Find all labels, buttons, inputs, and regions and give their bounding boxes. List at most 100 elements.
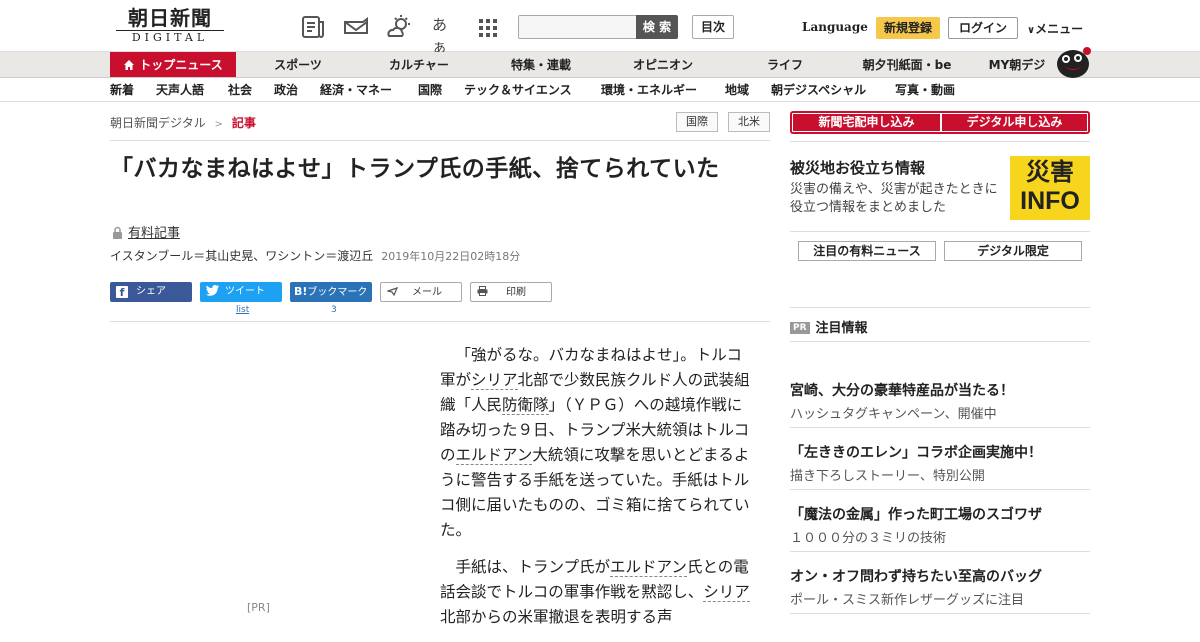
nav-top-news[interactable]: トップニュース — [110, 52, 236, 77]
asahi-logo[interactable]: 朝日新聞 DIGITAL — [110, 6, 230, 48]
article-paragraph: 「強がるな。バカなまねはよせ」。トルコ軍がシリア北部で少数民族クルド人の武装組織… — [440, 343, 750, 543]
font-size-icon[interactable]: あぁ — [432, 14, 458, 56]
disaster-banner-top: 災害 — [1026, 158, 1074, 186]
nav-politics[interactable]: 政治 — [274, 78, 298, 102]
breadcrumb-home[interactable]: 朝日新聞デジタル — [110, 116, 206, 130]
disaster-banner-bottom: INFO — [1020, 187, 1080, 215]
search-button[interactable]: 検 索 — [636, 15, 678, 39]
newspaper-delivery-button[interactable]: 新聞宅配申し込み — [793, 114, 940, 131]
nav-opinion[interactable]: オピニオン — [618, 52, 708, 77]
print-button[interactable]: 印刷 — [470, 282, 552, 302]
logo-sub-text: DIGITAL — [116, 30, 224, 45]
primary-nav: トップニュース スポーツ カルチャー 特集・連載 オピニオン ライフ 朝夕刊紙面… — [0, 47, 1200, 78]
hatena-bookmark-button[interactable]: B!ブックマーク — [290, 282, 372, 302]
nav-sports[interactable]: スポーツ — [256, 52, 340, 77]
pr-item-subtitle: １０００分の３ミリの技術 — [790, 531, 947, 546]
print-label: 印刷 — [506, 287, 526, 298]
pr-item-title[interactable]: 宮崎、大分の豪華特産品が当たる！ — [790, 380, 1014, 400]
nav-environment[interactable]: 環境・エネルギー — [601, 78, 697, 102]
newspaper-icon[interactable] — [300, 14, 326, 40]
article-paragraph: 手紙は、トランプ氏がエルドアン氏との電話会談でトルコの軍事作戦を黙認し、シリア北… — [440, 555, 750, 630]
mail-small-icon — [385, 284, 399, 304]
site-header: 朝日新聞 DIGITAL あぁ 検 索 目次 Language 新規登録 ログイ… — [0, 0, 1200, 56]
pr-item-title[interactable]: オン・オフ問わず持ちたい至高のバッグ — [790, 566, 1042, 586]
weather-icon[interactable] — [386, 14, 412, 40]
secondary-nav: 新着 天声人語 社会 政治 経済・マネー 国際 テック＆サイエンス 環境・エネル… — [0, 78, 1200, 102]
search-input[interactable] — [518, 15, 638, 39]
paid-news-button[interactable]: 注目の有料ニュース — [798, 241, 936, 261]
nav-region[interactable]: 地域 — [725, 78, 749, 102]
twitter-icon — [206, 284, 219, 304]
nav-international[interactable]: 国際 — [418, 78, 442, 102]
nav-photo-video[interactable]: 写真・動画 — [895, 78, 955, 102]
facebook-share-button[interactable]: f シェア — [110, 282, 192, 302]
subscription-buttons: 新聞宅配申し込み デジタル申し込み — [790, 111, 1090, 134]
paragraph-text: 手紙は、トランプ氏が — [455, 558, 611, 576]
nav-special[interactable]: 朝デジスペシャル — [771, 78, 866, 102]
keyword-link[interactable]: シリア — [471, 371, 518, 390]
nav-society[interactable]: 社会 — [228, 78, 252, 102]
twitter-share-button[interactable]: ツイート — [200, 282, 282, 302]
tag-international[interactable]: 国際 — [676, 112, 718, 132]
divider — [790, 231, 1090, 232]
publish-date: 2019年10月22日02時18分 — [381, 250, 521, 263]
nav-features[interactable]: 特集・連載 — [496, 52, 586, 77]
pr-list-item[interactable]: 「魔法の金属」作った町工場のスゴワザ １０００分の３ミリの技術 — [790, 490, 1090, 552]
mascot-character-icon[interactable] — [1054, 44, 1092, 82]
nav-culture[interactable]: カルチャー — [374, 52, 464, 77]
paid-article-label[interactable]: 有料記事 — [128, 222, 180, 241]
facebook-share-label: シェア — [136, 286, 166, 297]
keyword-link[interactable]: 防衛隊 — [502, 396, 549, 415]
keyword-link[interactable]: エルドアン — [610, 558, 687, 577]
nav-my-asadigi[interactable]: MY朝デジ — [982, 52, 1052, 77]
divider — [790, 341, 1090, 342]
nav-newspaper-be[interactable]: 朝夕刊紙面・be — [852, 52, 962, 77]
menu-button[interactable]: ∨メニュー — [1027, 20, 1083, 37]
nav-tech-science[interactable]: テック＆サイエンス — [464, 78, 572, 102]
digital-only-button[interactable]: デジタル限定 — [944, 241, 1082, 261]
bookmark-count[interactable]: 3 — [331, 305, 337, 315]
pr-list-item[interactable]: 「左ききのエレン」コラボ企画実施中！ 描き下ろしストーリー、特別公開 — [790, 428, 1090, 490]
disaster-info-text[interactable]: 災害の備えや、災害が起きたときに役立つ情報をまとめました — [790, 181, 1000, 217]
pr-section-heading: PR 注目情報 — [790, 317, 868, 336]
pr-item-subtitle: ポール・スミス新作レザーグッズに注目 — [790, 593, 1025, 608]
login-button[interactable]: ログイン — [948, 17, 1018, 39]
mail-share-button[interactable]: メール — [380, 282, 462, 302]
pr-item-title[interactable]: 「魔法の金属」作った町工場のスゴワザ — [790, 504, 1042, 524]
keyword-link[interactable]: シリア — [703, 583, 750, 602]
pr-list-item[interactable]: 宮崎、大分の豪華特産品が当たる！ ハッシュタグキャンペーン、開催中 — [790, 366, 1090, 428]
pr-list-item[interactable]: オン・オフ問わず持ちたい至高のバッグ ポール・スミス新作レザーグッズに注目 — [790, 552, 1090, 614]
disaster-info-title[interactable]: 被災地お役立ち情報 — [790, 157, 925, 178]
breadcrumb-current: 記事 — [231, 116, 256, 130]
pr-item-subtitle: ハッシュタグキャンペーン、開催中 — [790, 407, 997, 422]
nav-life[interactable]: ライフ — [750, 52, 820, 77]
menu-label: メニュー — [1035, 22, 1084, 36]
nav-latest[interactable]: 新着 — [110, 78, 134, 102]
nav-economy[interactable]: 経済・マネー — [320, 78, 392, 102]
divider — [110, 321, 770, 322]
digital-signup-button[interactable]: デジタル申し込み — [942, 114, 1087, 131]
paragraph-text: 北部からの米軍撤退を表明する声 — [440, 608, 673, 626]
pr-heading-label: 注目情報 — [815, 321, 868, 336]
pr-item-title[interactable]: 「左ききのエレン」コラボ企画実施中！ — [790, 442, 1042, 462]
tag-north-america[interactable]: 北米 — [728, 112, 770, 132]
divider — [110, 140, 770, 141]
nav-tensei-jingo[interactable]: 天声人語 — [156, 78, 204, 102]
toc-button[interactable]: 目次 — [692, 15, 734, 39]
chevron-down-icon: ∨ — [1027, 25, 1036, 36]
language-link[interactable]: Language — [802, 20, 868, 34]
article-title: 「バカなまねはよせ」トランプ氏の手紙、捨てられていた — [110, 156, 720, 182]
lock-icon — [112, 224, 123, 243]
twitter-count[interactable]: list — [236, 305, 249, 315]
keyword-link[interactable]: エルドアン — [455, 446, 533, 465]
hatena-bookmark-icon: B! — [294, 285, 308, 298]
signup-button[interactable]: 新規登録 — [876, 17, 940, 39]
pr-item-subtitle: 描き下ろしストーリー、特別公開 — [790, 469, 985, 484]
mail-icon[interactable] — [342, 14, 368, 40]
twitter-share-label: ツイート — [225, 286, 265, 297]
logo-main-text: 朝日新聞 — [128, 6, 212, 30]
apps-grid-icon[interactable] — [478, 14, 504, 40]
disaster-info-banner[interactable]: 災害 INFO — [1010, 156, 1090, 220]
nav-top-news-label: トップニュース — [139, 58, 223, 72]
article-body: 「強がるな。バカなまねはよせ」。トルコ軍がシリア北部で少数民族クルド人の武装組織… — [440, 343, 750, 642]
